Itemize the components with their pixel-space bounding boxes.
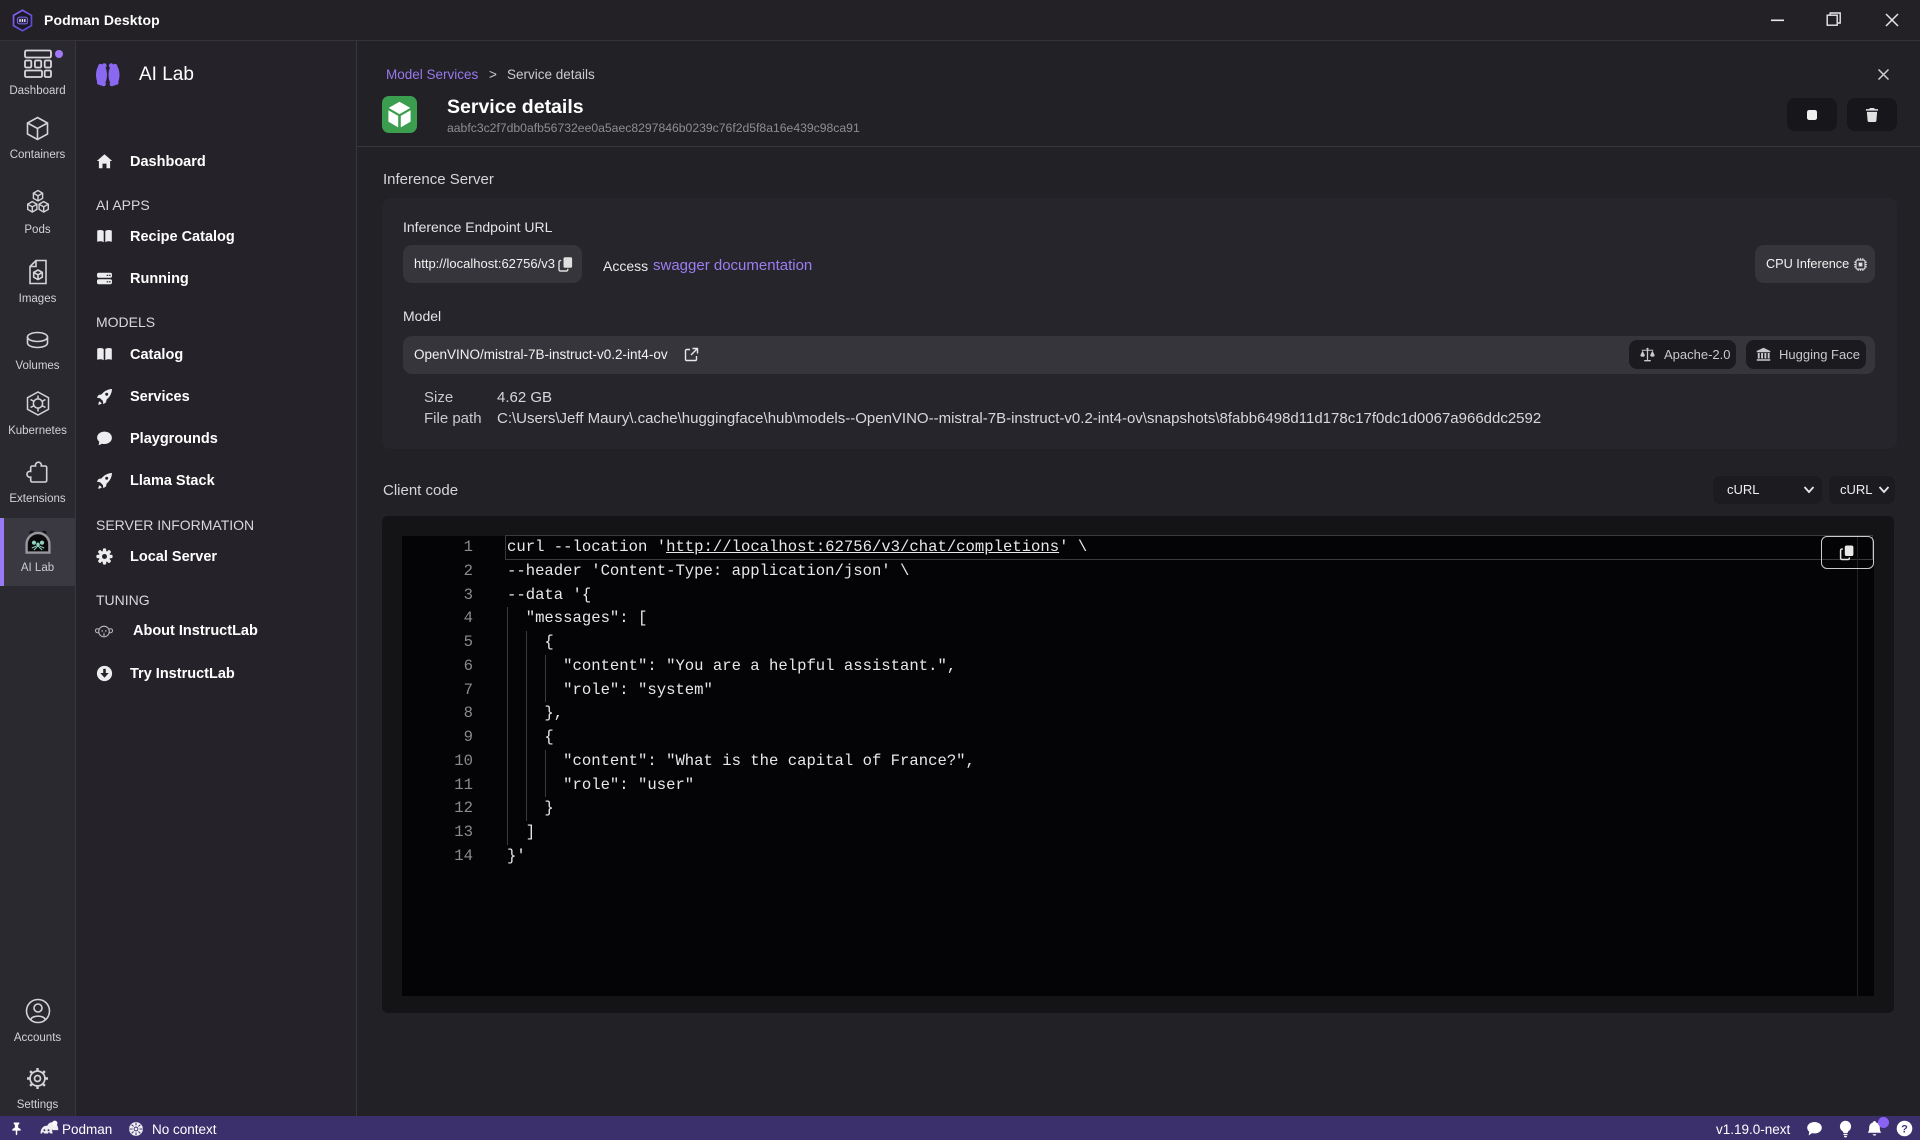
svg-text:?: ?	[1901, 1123, 1908, 1135]
